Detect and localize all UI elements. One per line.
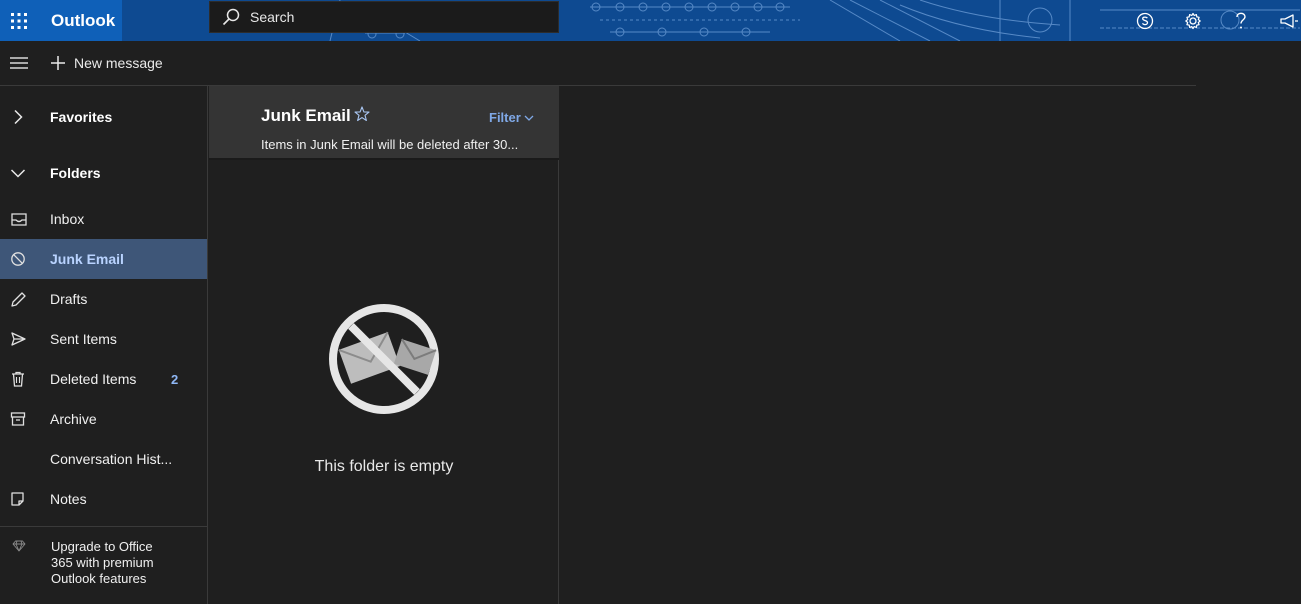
- outlook-window: Outlook Search New message Favorites Fol…: [0, 0, 1301, 604]
- message-list-pane: Junk Email Filter Items in Junk Email wi…: [209, 86, 559, 604]
- app-launcher-icon: [11, 12, 27, 29]
- block-icon: [11, 252, 25, 266]
- folder-label: Conversation Hist...: [50, 451, 173, 467]
- upgrade-text: Upgrade to Office 365 with premium Outlo…: [51, 539, 191, 587]
- trash-icon: [12, 371, 24, 387]
- blueprint-banner-pattern: [0, 0, 1301, 41]
- folder-item-drafts[interactable]: Drafts: [0, 279, 207, 319]
- new-message-button[interactable]: New message: [50, 53, 163, 73]
- chevron-right-icon: [14, 109, 23, 125]
- folder-label: Inbox: [50, 211, 85, 227]
- folder-title: Junk Email: [261, 106, 351, 125]
- archive-icon: [10, 412, 26, 426]
- reading-pane: [560, 86, 1301, 604]
- feedback-megaphone-icon: [1280, 13, 1298, 28]
- folders-label: Folders: [50, 165, 101, 181]
- send-icon: [11, 332, 26, 346]
- folders-section-toggle[interactable]: Folders: [0, 153, 208, 193]
- folder-item-conversation-history[interactable]: Conversation Hist...: [0, 439, 207, 479]
- upgrade-line-3: Outlook features: [51, 571, 147, 586]
- skype-button[interactable]: [1130, 0, 1160, 41]
- diamond-icon: [12, 540, 26, 552]
- folder-item-sent-items[interactable]: Sent Items: [0, 319, 207, 359]
- folder-item-archive[interactable]: Archive: [0, 399, 207, 439]
- nav-toggle-button[interactable]: [9, 55, 29, 71]
- folder-label: Junk Email: [50, 251, 124, 267]
- folder-pane: Favorites Folders Inbox Junk Email Draft…: [0, 86, 208, 604]
- settings-button[interactable]: [1178, 0, 1208, 41]
- empty-folder-message: This folder is empty: [314, 458, 454, 475]
- inbox-icon: [11, 213, 27, 226]
- outlook-brand-link[interactable]: Outlook: [38, 0, 122, 41]
- folder-item-inbox[interactable]: Inbox: [0, 199, 207, 239]
- help-button[interactable]: [1226, 0, 1256, 41]
- folder-label: Archive: [50, 411, 97, 427]
- folder-item-notes[interactable]: Notes: [0, 479, 207, 519]
- upgrade-office-365-link[interactable]: Upgrade to Office 365 with premium Outlo…: [0, 526, 207, 604]
- folder-label: Sent Items: [50, 331, 117, 347]
- command-bar: New message: [0, 41, 1196, 86]
- search-box[interactable]: Search: [209, 1, 559, 33]
- app-name: Outlook: [51, 10, 116, 30]
- new-message-label: New message: [74, 55, 163, 71]
- folder-label: Deleted Items: [50, 371, 137, 387]
- chevron-down-icon: [10, 169, 26, 178]
- upgrade-line-2: 365 with premium: [51, 555, 154, 570]
- pencil-icon: [11, 292, 26, 307]
- message-list-header: Junk Email Filter Items in Junk Email wi…: [209, 86, 559, 160]
- folder-item-junk-email[interactable]: Junk Email: [0, 239, 207, 279]
- unread-count-badge: 2: [171, 371, 179, 387]
- folder-item-deleted-items[interactable]: Deleted Items 2: [0, 359, 207, 399]
- folder-label: Notes: [50, 491, 87, 507]
- app-launcher-button[interactable]: [0, 0, 38, 41]
- filter-label: Filter: [489, 110, 521, 125]
- folder-label: Drafts: [50, 291, 88, 307]
- junk-retention-notice: Items in Junk Email will be deleted afte…: [261, 137, 519, 152]
- filter-button[interactable]: Filter: [489, 110, 534, 125]
- hamburger-menu-icon: [10, 57, 28, 69]
- search-label: Search: [250, 9, 295, 25]
- plus-icon: [51, 56, 65, 70]
- feedback-button[interactable]: [1274, 0, 1301, 41]
- top-header-bar: Outlook Search: [0, 0, 1301, 41]
- favorite-star-icon[interactable]: [354, 106, 370, 122]
- gear-icon: [1185, 12, 1201, 29]
- favorites-label: Favorites: [50, 109, 113, 125]
- help-icon: [1236, 12, 1246, 28]
- empty-folder-illustration: [329, 304, 439, 414]
- skype-icon: [1136, 12, 1154, 29]
- favorites-section-toggle[interactable]: Favorites: [0, 97, 208, 137]
- note-icon: [11, 492, 24, 506]
- chevron-down-icon: [524, 115, 534, 121]
- upgrade-line-1: Upgrade to Office: [51, 539, 153, 554]
- search-icon: [222, 8, 240, 26]
